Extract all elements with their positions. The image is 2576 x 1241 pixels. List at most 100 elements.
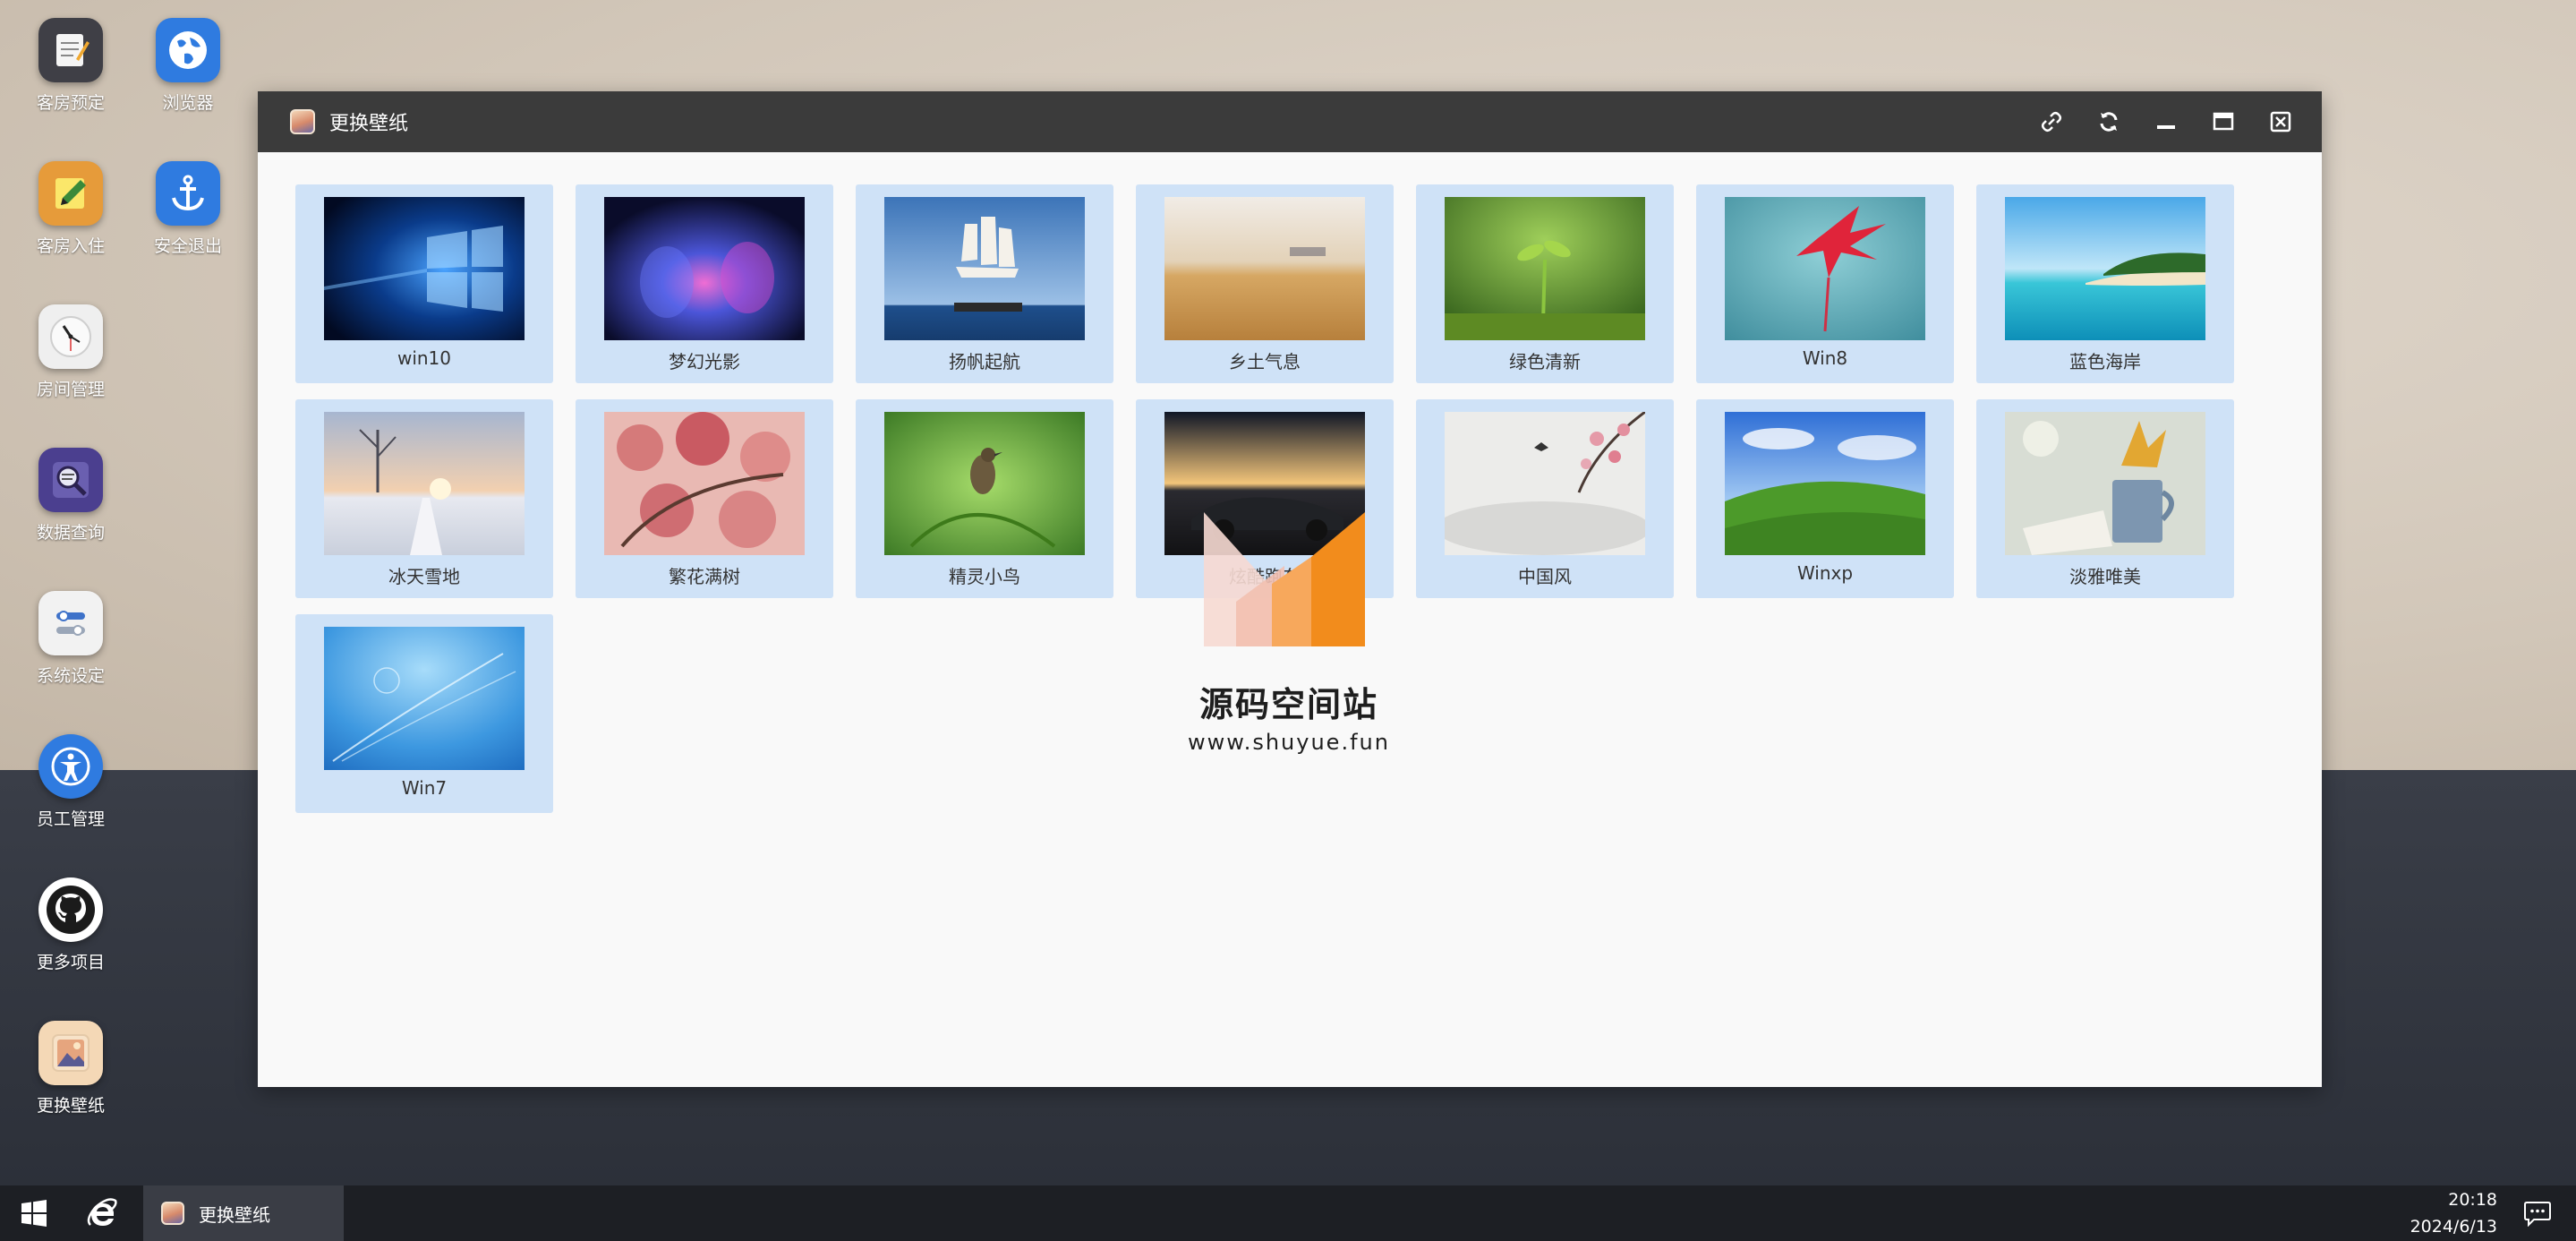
- wallpaper-label: 绿色清新: [1509, 351, 1581, 372]
- wallpaper-thumbnail: [884, 412, 1085, 555]
- maximize-icon: [2213, 112, 2234, 131]
- desktop-icon-label: 客房预定: [36, 93, 105, 113]
- desktop-icon-data-query[interactable]: 数据查询: [17, 448, 124, 543]
- desktop-icon-label: 房间管理: [36, 380, 105, 399]
- close-icon: [2270, 111, 2291, 133]
- desktop-icon-label: 浏览器: [162, 93, 214, 113]
- wallpaper-label: 精灵小鸟: [949, 566, 1020, 587]
- wallpaper-card-win10[interactable]: win10: [295, 184, 553, 383]
- notepad-icon: [38, 18, 103, 82]
- wallpaper-thumbnail: [604, 197, 805, 340]
- desktop: 客房预定 浏览器 客房入住 安全退出 房间管理 数据查询 系统设定 员工管理 更…: [0, 0, 2576, 1241]
- wallpaper-label: 炫酷跑车: [1229, 566, 1301, 587]
- wallpaper-card-wheat[interactable]: 乡土气息: [1136, 184, 1394, 383]
- wallpaper-thumbnail: [2005, 412, 2205, 555]
- desktop-icon-checkin[interactable]: 客房入住: [17, 161, 124, 257]
- desktop-icon-label: 员工管理: [36, 809, 105, 829]
- wallpaper-card-chinese[interactable]: 中国风: [1416, 399, 1674, 598]
- desktop-icon-system-settings[interactable]: 系统设定: [17, 591, 124, 687]
- wallpaper-card-snow[interactable]: 冰天雪地: [295, 399, 553, 598]
- desktop-icon-room-booking[interactable]: 客房预定: [17, 18, 124, 114]
- wallpaper-card-blossom[interactable]: 繁花满树: [576, 399, 833, 598]
- github-icon: [38, 877, 103, 942]
- wallpaper-thumbnail: [604, 412, 805, 555]
- maximize-button[interactable]: [2195, 91, 2252, 152]
- wallpaper-label: win10: [397, 347, 452, 369]
- wallpaper-card-winxp[interactable]: Winxp: [1696, 399, 1954, 598]
- message-button[interactable]: [2510, 1185, 2565, 1241]
- desktop-icon-room-management[interactable]: 房间管理: [17, 304, 124, 400]
- wallpaper-icon: [38, 1021, 103, 1085]
- desktop-icon-label: 更换壁纸: [36, 1096, 105, 1116]
- wallpaper-label: 冰天雪地: [388, 566, 460, 587]
- minimize-button[interactable]: [2137, 91, 2195, 152]
- wallpaper-thumbnail: [884, 197, 1085, 340]
- desktop-icon-label: 客房入住: [36, 236, 105, 256]
- window-titlebar[interactable]: 更换壁纸: [258, 91, 2322, 152]
- wallpaper-card-win8[interactable]: Win8: [1696, 184, 1954, 383]
- wallpaper-app-icon: [161, 1202, 184, 1225]
- wallpaper-label: 蓝色海岸: [2069, 351, 2141, 372]
- window-controls: [2023, 91, 2309, 152]
- wallpaper-card-beach[interactable]: 蓝色海岸: [1976, 184, 2234, 383]
- wallpaper-thumbnail: [324, 197, 525, 340]
- close-button[interactable]: [2252, 91, 2309, 152]
- windows-start-icon: [21, 1200, 47, 1227]
- taskbar: 更换壁纸 20:18 2024/6/13: [0, 1185, 2576, 1241]
- toggle-icon: [38, 591, 103, 655]
- wallpaper-card-dream[interactable]: 梦幻光影: [576, 184, 833, 383]
- wallpaper-thumbnail: [1164, 197, 1365, 340]
- wallpaper-label: 淡雅唯美: [2069, 566, 2141, 587]
- pencil-note-icon: [38, 161, 103, 226]
- desktop-icon-label: 数据查询: [36, 523, 105, 543]
- wallpaper-card-win7[interactable]: Win7: [295, 614, 553, 813]
- wallpaper-label: 中国风: [1518, 566, 1572, 587]
- anchor-icon: [156, 161, 220, 226]
- wallpaper-label: Win8: [1802, 347, 1848, 369]
- link-icon: [2041, 111, 2062, 133]
- wallpaper-label: 繁花满树: [669, 566, 740, 587]
- wallpaper-window: 更换壁纸 win10 梦幻光影 扬帆起航 乡土气息 绿色清新 Win8 蓝色海岸…: [258, 91, 2322, 1087]
- message-icon: [2524, 1202, 2551, 1227]
- wallpaper-label: 梦幻光影: [669, 351, 740, 372]
- wallpaper-app-icon: [290, 109, 315, 134]
- desktop-icon-label: 更多项目: [36, 953, 105, 972]
- globe-icon: [156, 18, 220, 82]
- clock-icon: [38, 304, 103, 369]
- wallpaper-thumbnail: [1164, 412, 1365, 555]
- wallpaper-label: Win7: [401, 777, 448, 799]
- wallpaper-card-cup[interactable]: 淡雅唯美: [1976, 399, 2234, 598]
- wallpaper-thumbnail: [2005, 197, 2205, 340]
- wallpaper-card-sprout[interactable]: 绿色清新: [1416, 184, 1674, 383]
- window-title: 更换壁纸: [329, 113, 409, 135]
- start-button[interactable]: [0, 1185, 68, 1241]
- ie-browser-icon: [87, 1198, 117, 1226]
- wallpaper-thumbnail: [1445, 197, 1645, 340]
- desktop-icon-label: 系统设定: [36, 666, 105, 686]
- wallpaper-label: 扬帆起航: [949, 351, 1020, 372]
- magnifier-icon: [38, 448, 103, 512]
- taskbar-clock[interactable]: 20:18 2024/6/13: [2410, 1185, 2497, 1241]
- wallpaper-card-car[interactable]: 炫酷跑车: [1136, 399, 1394, 598]
- wallpaper-card-sail[interactable]: 扬帆起航: [856, 184, 1113, 383]
- desktop-icon-logout[interactable]: 安全退出: [134, 161, 242, 257]
- taskbar-item-change-wallpaper[interactable]: 更换壁纸: [143, 1185, 344, 1241]
- refresh-icon: [2100, 112, 2118, 132]
- desktop-icon-staff-management[interactable]: 员工管理: [17, 734, 124, 830]
- wallpaper-thumbnail: [1725, 197, 1925, 340]
- wallpaper-card-bird[interactable]: 精灵小鸟: [856, 399, 1113, 598]
- browser-taskbar-button[interactable]: [68, 1185, 136, 1241]
- link-button[interactable]: [2023, 91, 2080, 152]
- wallpaper-thumbnail: [1725, 412, 1925, 555]
- wallpaper-thumbnail: [324, 412, 525, 555]
- refresh-button[interactable]: [2080, 91, 2137, 152]
- taskbar-item-label: 更换壁纸: [199, 1203, 270, 1226]
- desktop-icon-more-projects[interactable]: 更多项目: [17, 877, 124, 973]
- taskbar-time: 20:18: [2448, 1190, 2497, 1210]
- desktop-icon-browser[interactable]: 浏览器: [134, 18, 242, 114]
- taskbar-date: 2024/6/13: [2410, 1217, 2497, 1237]
- wallpaper-label: Winxp: [1796, 562, 1854, 584]
- minimize-icon: [2157, 125, 2175, 129]
- desktop-icon-change-wallpaper[interactable]: 更换壁纸: [17, 1021, 124, 1117]
- wallpaper-thumbnail: [1445, 412, 1645, 555]
